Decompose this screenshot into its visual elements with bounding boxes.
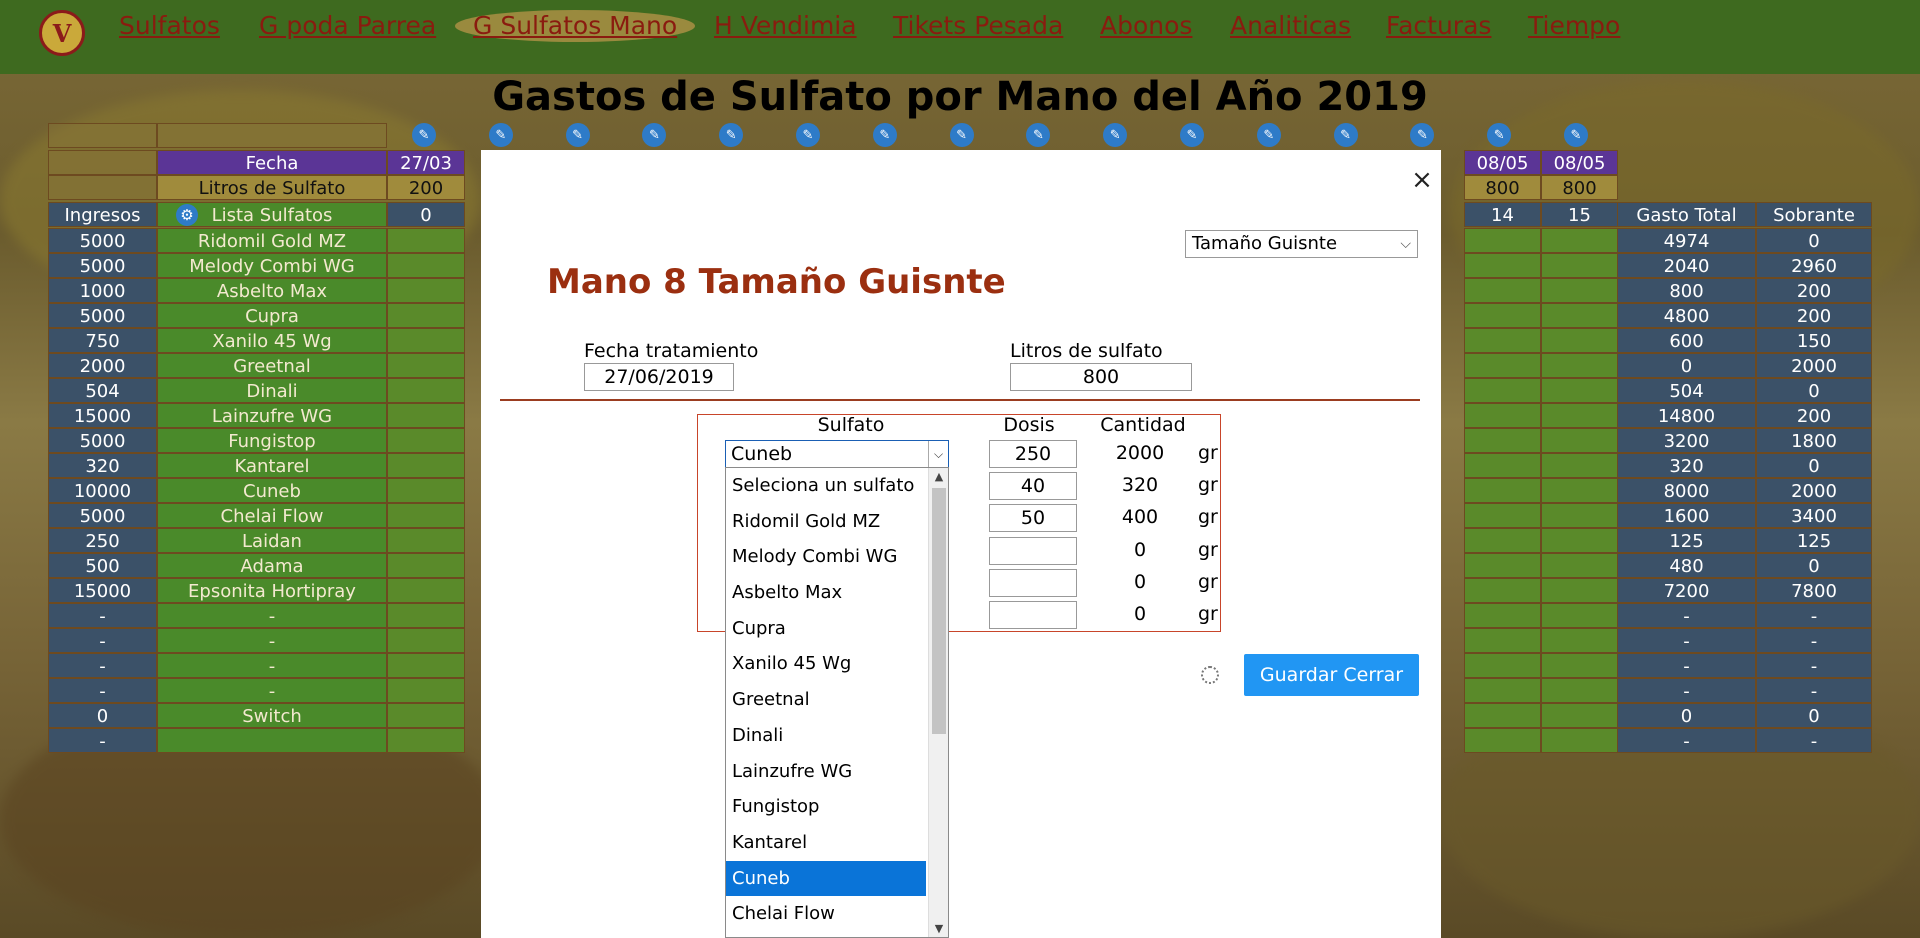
sulfato-select-value: Cuneb [731,443,793,465]
dosis-input[interactable]: 40 [989,472,1077,501]
dropdown-option[interactable]: Ridomil Gold MZ [726,504,926,540]
sulfato-select[interactable]: Cuneb ⌵ [725,440,949,468]
dropdown-option[interactable]: Dinali [726,718,926,754]
dosis-input[interactable] [989,601,1077,629]
cantidad-value: 0 [1133,570,1147,593]
litros-input[interactable]: 800 [1010,363,1192,391]
scroll-up-icon[interactable]: ▲ [929,470,948,483]
col-dosis-header: Dosis [1003,414,1055,436]
chevron-down-icon[interactable]: ⌵ [928,441,948,467]
dropdown-option[interactable]: Melody Combi WG [726,539,926,575]
dropdown-option[interactable]: Cuneb [726,860,926,897]
loading-icon [1201,666,1219,684]
cantidad-value: 320 [1121,474,1159,497]
dropdown-option[interactable]: Chelai Flow [726,896,926,932]
cantidad-value: 400 [1121,506,1159,529]
dropdown-option[interactable]: Seleciona un sulfato [726,468,926,504]
save-close-button[interactable]: Guardar Cerrar [1244,654,1419,696]
close-icon[interactable]: × [1409,164,1435,196]
dropdown-option[interactable]: Xanilo 45 Wg [726,646,926,682]
dropdown-scrollbar[interactable]: ▲ ▼ [928,468,948,937]
dropdown-option[interactable]: Kantarel [726,825,926,861]
chevron-down-icon: ⌵ [1400,236,1411,252]
divider [500,399,1420,401]
unit-label: gr [1198,538,1218,561]
col-sulfato-header: Sulfato [817,414,885,436]
mano-modal: × Tamaño Guisnte ⌵ Mano 8 Tamaño Guisnte … [481,150,1441,938]
unit-label: gr [1198,603,1218,625]
fecha-input[interactable]: 27/06/2019 [584,363,734,391]
unit-label: gr [1198,570,1218,593]
size-select-value: Tamaño Guisnte [1192,233,1338,254]
modal-title: Mano 8 Tamaño Guisnte [547,262,1006,302]
dropdown-option[interactable]: Asbelto Max [726,575,926,611]
cantidad-value: 2000 [1115,442,1165,464]
dosis-input[interactable]: 50 [989,504,1077,533]
fecha-label: Fecha tratamiento [584,340,759,362]
dropdown-option[interactable]: Greetnal [726,682,926,718]
scroll-down-icon[interactable]: ▼ [929,922,948,935]
dropdown-option[interactable]: Lainzufre WG [726,754,926,790]
unit-label: gr [1198,506,1218,529]
unit-label: gr [1198,442,1218,464]
scrollbar-thumb[interactable] [932,488,946,734]
dosis-input[interactable] [989,536,1077,565]
unit-label: gr [1198,474,1218,497]
col-cantidad-header: Cantidad [1100,414,1186,436]
cantidad-value: 0 [1133,538,1147,561]
litros-label: Litros de sulfato [1010,340,1163,362]
dosis-input[interactable] [989,568,1077,597]
dropdown-option[interactable]: Cupra [726,611,926,647]
dropdown-option[interactable]: Fungistop [726,789,926,825]
cantidad-value: 0 [1133,603,1147,625]
size-select[interactable]: Tamaño Guisnte ⌵ [1185,230,1418,258]
sulfato-dropdown-list: Seleciona un sulfato Ridomil Gold MZ Melod… [725,467,949,938]
dosis-input[interactable]: 250 [989,440,1077,468]
